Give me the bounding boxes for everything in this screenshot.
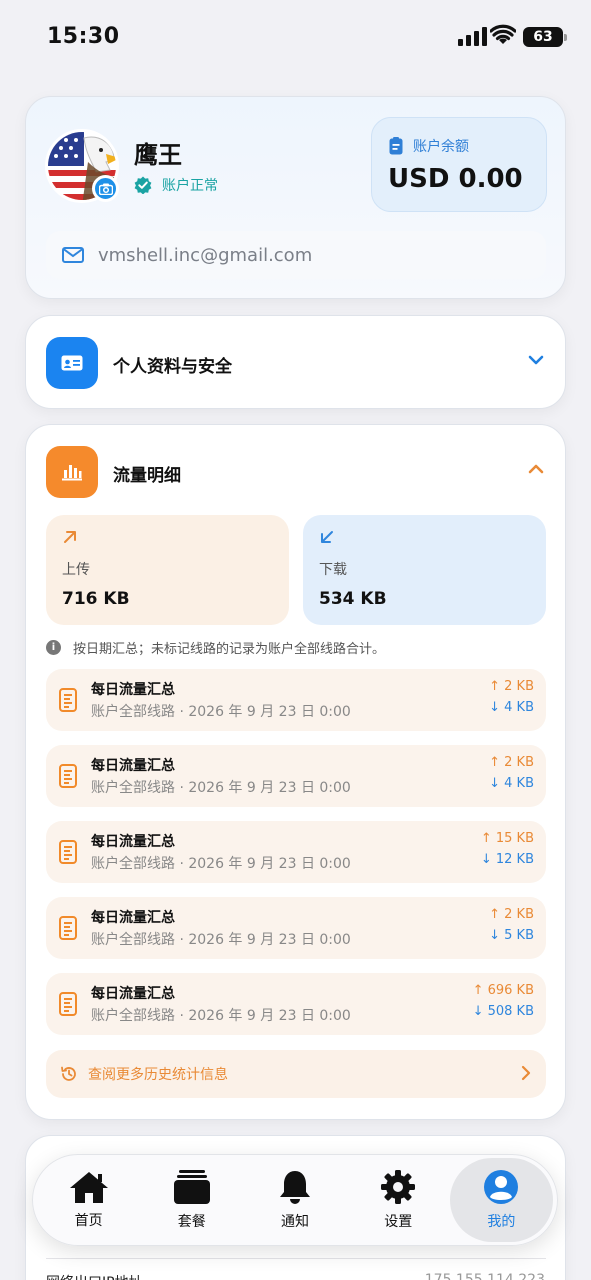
- tab-bar: 首页 套餐 通知 设置 我的: [32, 1154, 558, 1246]
- row-title: 每日流量汇总: [91, 910, 175, 926]
- row-download: ↓ 12 KB: [480, 852, 534, 867]
- document-icon: [59, 688, 77, 712]
- tab-settings[interactable]: 设置: [347, 1158, 450, 1242]
- traffic-title: 流量明细: [113, 466, 181, 486]
- egress-ip-label: 网络出口IP地址: [46, 1272, 143, 1280]
- info-icon: i: [46, 640, 61, 655]
- receipt-icon: [389, 137, 403, 155]
- traffic-note-text: 按日期汇总；未标记线路的记录为账户全部线路合计。: [73, 642, 386, 657]
- gear-icon: [381, 1170, 416, 1204]
- row-download: ↓ 5 KB: [489, 928, 534, 943]
- balance-amount: USD 0.00: [388, 164, 523, 194]
- traffic-row[interactable]: 每日流量汇总 账户全部线路 · 2026 年 9 月 23 日 0:00 ↑ 2…: [46, 897, 546, 959]
- personal-security-section[interactable]: 个人资料与安全: [25, 315, 566, 409]
- tab-settings-label: 设置: [384, 1214, 413, 1230]
- personal-security-title: 个人资料与安全: [113, 357, 232, 377]
- balance-label-row: 账户余额: [389, 136, 469, 156]
- chevron-right-icon: [521, 1065, 531, 1081]
- status-bar: 15:30 63: [0, 0, 591, 76]
- camera-icon[interactable]: [92, 175, 119, 202]
- view-more-label: 查阅更多历史统计信息: [88, 1067, 228, 1083]
- arrow-down-left-icon: [321, 531, 333, 543]
- row-title: 每日流量汇总: [91, 682, 175, 698]
- account-status: 账户正常: [134, 175, 218, 195]
- chevron-down-icon[interactable]: [527, 354, 545, 366]
- row-download: ↓ 4 KB: [489, 776, 534, 791]
- view-more-history-button[interactable]: 查阅更多历史统计信息: [46, 1050, 546, 1098]
- balance-panel[interactable]: 账户余额 USD 0.00: [371, 117, 547, 212]
- user-name: 鹰王: [134, 141, 182, 169]
- status-time: 15:30: [47, 24, 120, 49]
- tab-profile[interactable]: 我的: [449, 1158, 554, 1242]
- document-icon: [59, 840, 77, 864]
- upload-stat-card: 上传 716 KB: [46, 515, 289, 625]
- package-icon: [173, 1170, 210, 1204]
- row-subtitle: 账户全部线路 · 2026 年 9 月 23 日 0:00: [91, 780, 351, 796]
- download-stat-card: 下载 534 KB: [303, 515, 546, 625]
- chevron-up-icon[interactable]: [527, 463, 545, 475]
- egress-ip-value: 175.155.114.223: [424, 1272, 545, 1280]
- traffic-note: i 按日期汇总；未标记线路的记录为账户全部线路合计。: [46, 638, 385, 657]
- row-upload: ↑ 696 KB: [472, 983, 534, 998]
- verified-badge-icon: [134, 176, 152, 194]
- tab-package[interactable]: 套餐: [140, 1158, 243, 1242]
- tab-notifications-label: 通知: [281, 1214, 309, 1230]
- upload-value: 716 KB: [62, 589, 130, 609]
- document-icon: [59, 764, 77, 788]
- row-subtitle: 账户全部线路 · 2026 年 9 月 23 日 0:00: [91, 704, 351, 720]
- profile-card: 鹰王 账户正常 账户余额 USD 0.00 vmshell.inc@gmail.…: [25, 96, 566, 299]
- row-upload: ↑ 2 KB: [489, 755, 534, 770]
- traffic-row[interactable]: 每日流量汇总 账户全部线路 · 2026 年 9 月 23 日 0:00 ↑ 1…: [46, 821, 546, 883]
- traffic-row[interactable]: 每日流量汇总 账户全部线路 · 2026 年 9 月 23 日 0:00 ↑ 2…: [46, 745, 546, 807]
- email-text: vmshell.inc@gmail.com: [98, 244, 313, 266]
- traffic-row[interactable]: 每日流量汇总 账户全部线路 · 2026 年 9 月 23 日 0:00 ↑ 2…: [46, 669, 546, 731]
- upload-label: 上传: [62, 562, 90, 578]
- divider: [46, 1258, 546, 1259]
- row-title: 每日流量汇总: [91, 758, 175, 774]
- person-icon: [484, 1170, 519, 1204]
- download-value: 534 KB: [319, 589, 387, 609]
- row-upload: ↑ 15 KB: [480, 831, 534, 846]
- arrow-up-right-icon: [64, 531, 76, 543]
- traffic-details-section: 流量明细 上传 716 KB 下载 534 KB i 按日期汇总；未标记线路的记…: [25, 424, 566, 1120]
- id-card-icon: [46, 337, 98, 389]
- document-icon: [59, 992, 77, 1016]
- row-upload: ↑ 2 KB: [489, 907, 534, 922]
- app-screen: 15:30 63 鹰王 账户正常 账户余额 USD 0.00 vmshell.i…: [0, 0, 591, 1280]
- cellular-signal-icon: [458, 26, 487, 46]
- row-download: ↓ 508 KB: [472, 1004, 534, 1019]
- row-subtitle: 账户全部线路 · 2026 年 9 月 23 日 0:00: [91, 856, 351, 872]
- history-icon: [61, 1066, 76, 1081]
- row-download: ↓ 4 KB: [489, 700, 534, 715]
- bell-icon: [280, 1171, 310, 1204]
- row-title: 每日流量汇总: [91, 986, 175, 1002]
- traffic-row[interactable]: 每日流量汇总 账户全部线路 · 2026 年 9 月 23 日 0:00 ↑ 6…: [46, 973, 546, 1035]
- balance-label: 账户余额: [413, 139, 469, 155]
- document-icon: [59, 916, 77, 940]
- row-subtitle: 账户全部线路 · 2026 年 9 月 23 日 0:00: [91, 1008, 351, 1024]
- wifi-icon: [490, 24, 516, 44]
- tab-home-label: 首页: [74, 1213, 103, 1229]
- account-status-text: 账户正常: [162, 178, 218, 194]
- tab-profile-label: 我的: [487, 1214, 516, 1230]
- tab-notifications[interactable]: 通知: [243, 1158, 346, 1242]
- row-upload: ↑ 2 KB: [489, 679, 534, 694]
- download-label: 下载: [319, 562, 347, 578]
- home-icon: [69, 1172, 108, 1203]
- email-row[interactable]: vmshell.inc@gmail.com: [46, 231, 546, 279]
- mail-icon: [62, 247, 84, 263]
- bar-chart-icon: [46, 446, 98, 498]
- tab-home[interactable]: 首页: [37, 1158, 140, 1242]
- tab-package-label: 套餐: [177, 1214, 206, 1230]
- row-title: 每日流量汇总: [91, 834, 175, 850]
- battery-icon: 63: [523, 27, 567, 47]
- row-subtitle: 账户全部线路 · 2026 年 9 月 23 日 0:00: [91, 932, 351, 948]
